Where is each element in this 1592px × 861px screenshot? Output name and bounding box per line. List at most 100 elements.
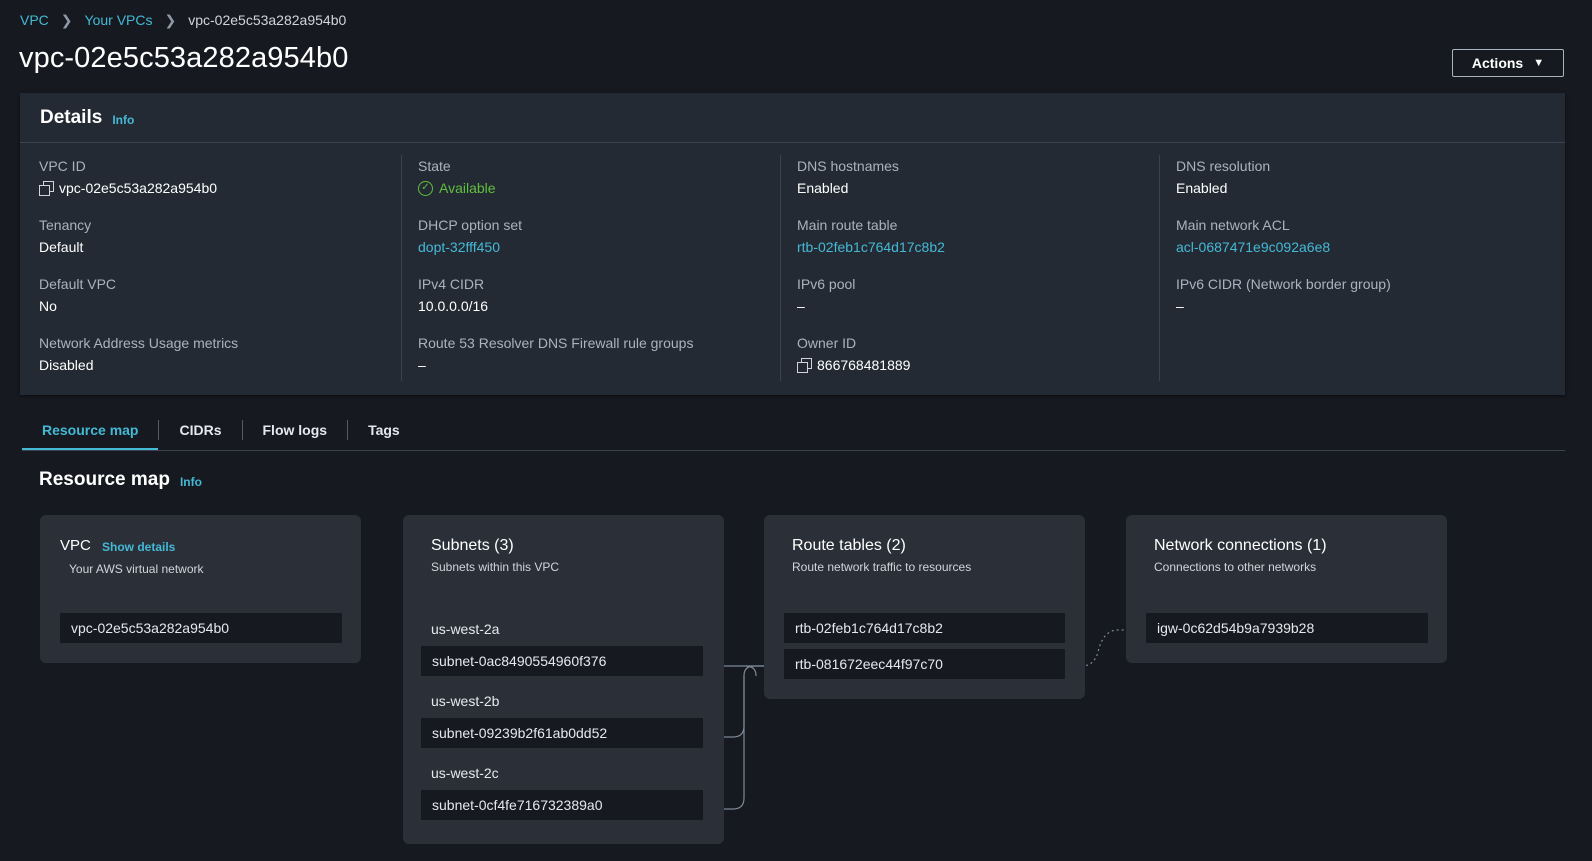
field-vpc-id: VPC ID vpc-02e5c53a282a954b0 — [39, 157, 217, 197]
route-tables-card: Route tables (2) Route network traffic t… — [764, 515, 1085, 699]
field-value-text: 10.0.0.0/16 — [418, 298, 489, 314]
subnets-card-title: Subnets (3) — [431, 537, 514, 554]
tab-cidrs[interactable]: CIDRs — [159, 410, 241, 450]
field-default-vpc: Default VPC No — [39, 275, 116, 315]
breadcrumb-current: vpc-02e5c53a282a954b0 — [188, 12, 347, 28]
field-value-text: Enabled — [797, 180, 849, 196]
field-value-text: dopt-32fff450 — [418, 239, 501, 255]
route-tables-card-subtitle: Route network traffic to resources — [792, 560, 972, 574]
copy-icon[interactable] — [39, 181, 54, 196]
field-dns-hostnames: DNS hostnames Enabled — [797, 157, 899, 197]
field-label: Main route table — [797, 217, 898, 233]
field-ipv6-cidr-network-border-group: IPv6 CIDR (Network border group) – — [1176, 275, 1391, 315]
field-value-main-route-table[interactable]: rtb-02feb1c764d17c8b2 — [797, 238, 945, 256]
availability-zone-label: us-west-2c — [431, 765, 499, 781]
route-tables-card-title: Route tables (2) — [792, 537, 906, 554]
availability-zone-label: us-west-2b — [431, 693, 500, 709]
resource-map-header: Resource map Info — [39, 469, 202, 491]
show-details-link[interactable]: Show details — [102, 540, 175, 554]
field-label: DNS hostnames — [797, 158, 899, 174]
network-connections-card: Network connections (1) Connections to o… — [1126, 515, 1447, 663]
route-table-resource[interactable]: rtb-081672eec44f97c70 — [784, 649, 1065, 679]
caret-down-icon: ▼ — [1533, 57, 1545, 69]
actions-button[interactable]: Actions ▼ — [1452, 49, 1564, 77]
field-ipv4-cidr: IPv4 CIDR 10.0.0.0/16 — [418, 275, 488, 315]
field-state: State ✓ Available — [418, 157, 496, 197]
tab-flow-logs[interactable]: Flow logs — [243, 410, 348, 450]
field-value-text: – — [418, 357, 426, 373]
breadcrumb-vpc[interactable]: VPC — [20, 12, 49, 28]
vpc-card-title: VPC — [60, 537, 91, 554]
route-table-resource[interactable]: rtb-02feb1c764d17c8b2 — [784, 613, 1065, 643]
field-value-tenancy: Default — [39, 238, 91, 256]
field-label: IPv4 CIDR — [418, 276, 485, 292]
field-main-route-table: Main route table rtb-02feb1c764d17c8b2 — [797, 216, 945, 256]
details-header: Details Info — [20, 93, 1565, 143]
tab-resource-map[interactable]: Resource map — [22, 410, 159, 451]
column-divider — [1159, 155, 1160, 381]
field-owner-id: Owner ID 866768481889 — [797, 334, 910, 374]
field-value-text: vpc-02e5c53a282a954b0 — [59, 180, 218, 196]
field-value-dns-resolution: Enabled — [1176, 179, 1270, 197]
field-value-text: – — [797, 298, 805, 314]
field-network-address-usage-metrics: Network Address Usage metrics Disabled — [39, 334, 238, 374]
field-tenancy: Tenancy Default — [39, 216, 91, 256]
resource-map-title: Resource map — [39, 469, 170, 490]
subnets-card-subtitle: Subnets within this VPC — [431, 560, 560, 574]
chevron-right-icon: ❯ — [164, 11, 177, 28]
field-value-state: ✓ Available — [418, 179, 496, 197]
page-title: vpc-02e5c53a282a954b0 — [19, 42, 349, 74]
field-value-text: – — [1176, 298, 1184, 314]
field-value-dhcp-option-set[interactable]: dopt-32fff450 — [418, 238, 522, 256]
field-value-owner-id[interactable]: 866768481889 — [797, 356, 910, 374]
field-value-text: rtb-02feb1c764d17c8b2 — [797, 239, 945, 255]
field-value-ipv6-pool: – — [797, 297, 855, 315]
check-circle-icon: ✓ — [418, 180, 433, 196]
field-label: State — [418, 158, 451, 174]
field-label: Tenancy — [39, 217, 92, 233]
field-label: Default VPC — [39, 276, 117, 292]
subnet-resource[interactable]: subnet-09239b2f61ab0dd52 — [421, 718, 703, 748]
field-value-text: No — [39, 298, 57, 314]
tab-bar: Resource map CIDRs Flow logs Tags — [22, 410, 420, 451]
field-value-text: Available — [439, 180, 496, 196]
resource-map-info-link[interactable]: Info — [180, 475, 202, 489]
network-connections-card-subtitle: Connections to other networks — [1154, 560, 1317, 574]
vpc-card-subtitle: Your AWS virtual network — [69, 562, 204, 576]
details-info-link[interactable]: Info — [112, 113, 134, 127]
subnet-resource[interactable]: subnet-0cf4fe716732389a0 — [421, 790, 703, 820]
breadcrumb-your-vpcs[interactable]: Your VPCs — [85, 12, 153, 28]
network-connections-card-title: Network connections (1) — [1154, 537, 1327, 554]
field-value-main-network-acl[interactable]: acl-0687471e9c092a6e8 — [1176, 238, 1330, 256]
column-divider — [780, 155, 781, 381]
copy-icon[interactable] — [797, 358, 812, 373]
subnets-card: Subnets (3) Subnets within this VPC us-w… — [403, 515, 724, 844]
field-label: IPv6 pool — [797, 276, 856, 292]
field-value-text: acl-0687471e9c092a6e8 — [1176, 239, 1331, 255]
column-divider — [401, 155, 402, 381]
field-label: IPv6 CIDR (Network border group) — [1176, 276, 1391, 292]
field-label: VPC ID — [39, 158, 86, 174]
field-value-text: 866768481889 — [817, 357, 911, 373]
field-label: Main network ACL — [1176, 217, 1290, 233]
details-title: Details — [40, 106, 103, 128]
field-value-network-address-usage-metrics: Disabled — [39, 356, 238, 374]
network-connection-resource[interactable]: igw-0c62d54b9a7939b28 — [1146, 613, 1428, 643]
field-value-route-53-resolver-dns-firewall-rule-groups: – — [418, 356, 693, 374]
field-value-default-vpc: No — [39, 297, 116, 315]
field-value-text: Default — [39, 239, 84, 255]
field-label: Network Address Usage metrics — [39, 335, 239, 351]
subnet-resource[interactable]: subnet-0ac8490554960f376 — [421, 646, 703, 676]
availability-zone-label: us-west-2a — [431, 621, 500, 637]
vpc-resource[interactable]: vpc-02e5c53a282a954b0 — [60, 613, 342, 643]
tab-tags[interactable]: Tags — [348, 410, 420, 450]
field-value-vpc-id[interactable]: vpc-02e5c53a282a954b0 — [39, 179, 217, 197]
field-dns-resolution: DNS resolution Enabled — [1176, 157, 1270, 197]
vpc-card: VPC Show details Your AWS virtual networ… — [40, 515, 361, 663]
field-dhcp-option-set: DHCP option set dopt-32fff450 — [418, 216, 522, 256]
tab-divider — [22, 450, 1565, 451]
actions-label: Actions — [1471, 55, 1524, 71]
breadcrumb: VPC ❯ Your VPCs ❯ vpc-02e5c53a282a954b0 — [20, 11, 346, 29]
field-value-text: Enabled — [1176, 180, 1228, 196]
field-label: Route 53 Resolver DNS Firewall rule grou… — [418, 335, 694, 351]
